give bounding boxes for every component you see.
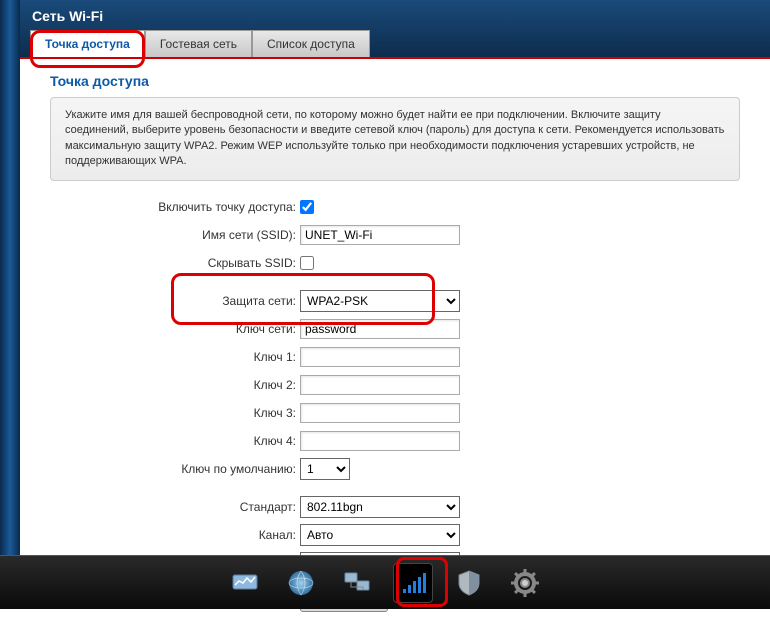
checkbox-enable-ap[interactable] [300,200,314,214]
row-ssid: Имя сети (SSID): [50,223,740,247]
bottom-nav [0,555,770,609]
input-key3[interactable] [300,403,460,423]
label-channel: Канал: [50,528,300,542]
tab-access-point[interactable]: Точка доступа [30,30,145,57]
nav-home-network-icon[interactable] [337,563,377,603]
row-key: Ключ сети: [50,317,740,341]
select-standard[interactable]: 802.11bgn [300,496,460,518]
checkbox-hide-ssid[interactable] [300,256,314,270]
input-key1[interactable] [300,347,460,367]
nav-system-icon[interactable] [505,563,545,603]
label-key2: Ключ 2: [50,378,300,392]
input-key4[interactable] [300,431,460,451]
top-bar: Сеть Wi-Fi Точка доступа Гостевая сеть С… [0,0,770,57]
select-security[interactable]: WPA2-PSK [300,290,460,312]
label-security: Защита сети: [50,294,300,308]
input-key[interactable] [300,319,460,339]
label-default-key: Ключ по умолчанию: [50,462,300,476]
label-ssid: Имя сети (SSID): [50,228,300,242]
nav-security-icon[interactable] [449,563,489,603]
nav-wifi-icon[interactable] [393,563,433,603]
label-enable-ap: Включить точку доступа: [50,200,300,214]
row-key2: Ключ 2: [50,373,740,397]
tab-row: Точка доступа Гостевая сеть Список досту… [0,30,770,57]
section-title: Точка доступа [50,73,740,89]
row-enable-ap: Включить точку доступа: [50,195,740,219]
label-key: Ключ сети: [50,322,300,336]
row-standard: Стандарт: 802.11bgn [50,495,740,519]
label-key1: Ключ 1: [50,350,300,364]
select-default-key[interactable]: 1 [300,458,350,480]
label-standard: Стандарт: [50,500,300,514]
tab-guest-network[interactable]: Гостевая сеть [145,30,252,57]
row-key1: Ключ 1: [50,345,740,369]
row-security: Защита сети: WPA2-PSK [50,289,740,313]
content-panel: Точка доступа Укажите имя для вашей бесп… [0,59,770,631]
nav-internet-icon[interactable] [281,563,321,603]
row-default-key: Ключ по умолчанию: 1 [50,457,740,481]
left-margin-decor [0,0,20,555]
input-ssid[interactable] [300,225,460,245]
nav-status-icon[interactable] [225,563,265,603]
row-hide-ssid: Скрывать SSID: [50,251,740,275]
row-channel: Канал: Авто [50,523,740,547]
label-hide-ssid: Скрывать SSID: [50,256,300,270]
select-channel[interactable]: Авто [300,524,460,546]
row-key4: Ключ 4: [50,429,740,453]
tab-access-list[interactable]: Список доступа [252,30,370,57]
label-key4: Ключ 4: [50,434,300,448]
input-key2[interactable] [300,375,460,395]
label-key3: Ключ 3: [50,406,300,420]
info-text: Укажите имя для вашей беспроводной сети,… [50,97,740,181]
page-title: Сеть Wi-Fi [0,4,770,30]
row-key3: Ключ 3: [50,401,740,425]
